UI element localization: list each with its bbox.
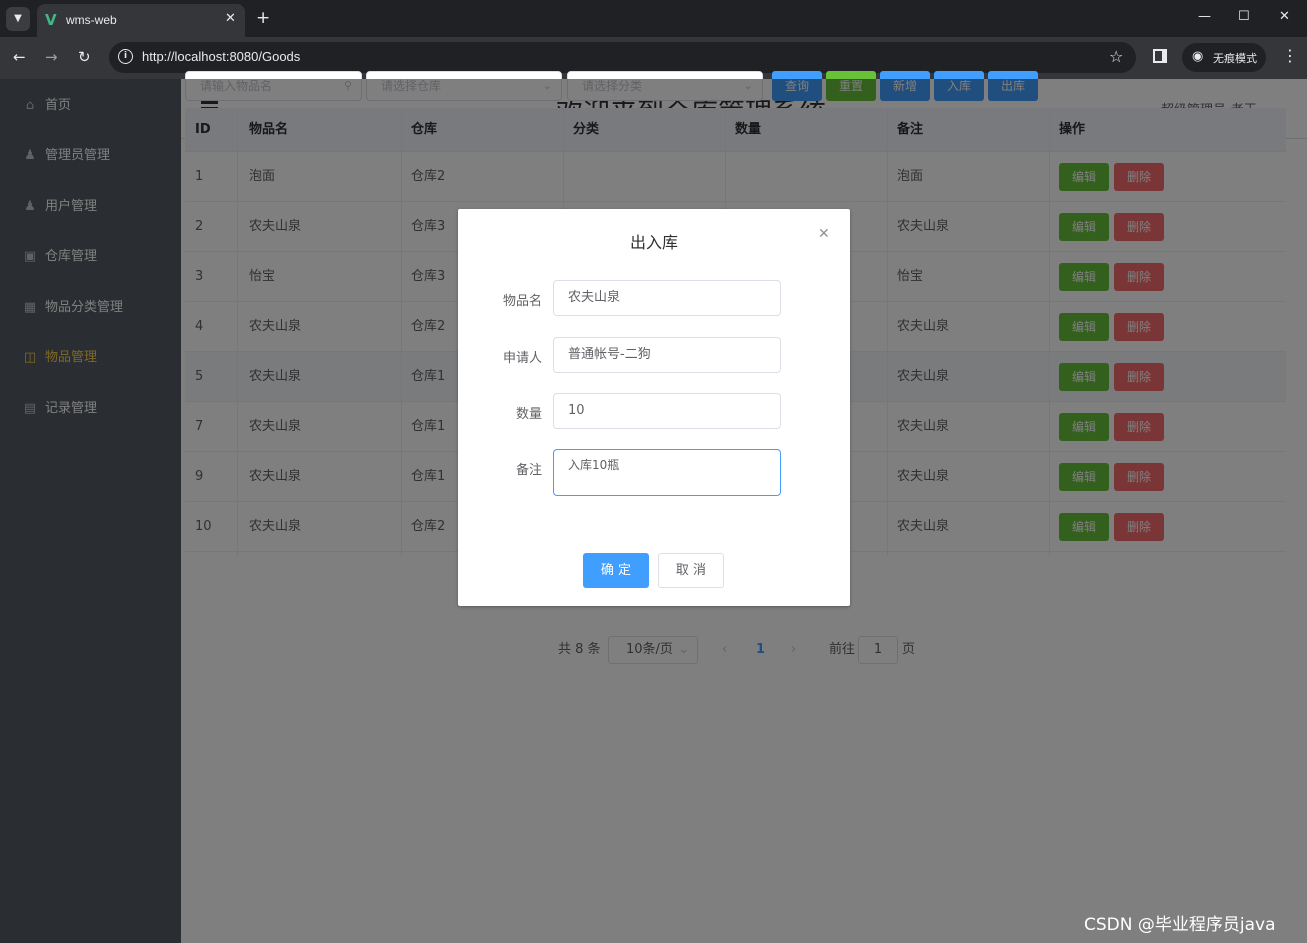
back-icon[interactable]: ← [13,48,26,66]
close-icon[interactable]: ✕ [225,11,236,26]
reload-icon[interactable]: ↻ [78,48,91,66]
vue-logo-icon: V [45,11,57,29]
tab-title: wms-web [66,13,117,27]
name-label: 物品名 [502,294,542,309]
confirm-button[interactable]: 确 定 [583,553,649,588]
remark-textarea[interactable]: 入库10瓶 [553,449,781,496]
info-icon[interactable]: i [118,49,133,64]
window-close-icon[interactable]: ✕ [1279,9,1290,24]
browser-tab[interactable]: V wms-web ✕ [37,4,245,37]
side-panel-icon[interactable] [1153,49,1167,63]
minimize-icon[interactable]: — [1198,9,1211,24]
address-input[interactable]: i http://localhost:8080/Goods ☆ [109,42,1136,73]
incognito-label: 无痕模式 [1213,52,1257,65]
star-icon[interactable]: ☆ [1109,47,1123,66]
count-label: 数量 [515,407,542,422]
incognito-icon: ◉ [1192,49,1204,64]
forward-icon[interactable]: → [45,48,58,66]
url-text: http://localhost:8080/Goods [142,49,301,64]
maximize-icon[interactable]: ☐ [1238,9,1250,24]
close-icon[interactable]: ✕ [818,226,830,242]
new-tab-icon[interactable]: + [256,8,270,28]
tab-search-icon[interactable]: ▼ [6,7,30,31]
name-input[interactable]: 农夫山泉 [553,280,781,316]
browser-tabbar: ▼ V wms-web ✕ + — ☐ ✕ [0,0,1307,37]
applicant-input[interactable]: 普通帐号-二狗 [553,337,781,373]
stock-dialog: 出入库 ✕ 物品名 农夫山泉 申请人 普通帐号-二狗 数量 10 备注 入库10… [458,209,850,606]
incognito-badge[interactable]: ◉ 无痕模式 [1182,43,1266,72]
applicant-label: 申请人 [502,351,542,366]
watermark: CSDN @毕业程序员java [1084,915,1276,935]
cancel-button[interactable]: 取 消 [658,553,724,588]
remark-label: 备注 [515,463,542,478]
dialog-title: 出入库 [629,233,678,252]
more-icon[interactable]: ⋮ [1282,47,1298,65]
count-input[interactable]: 10 [553,393,781,429]
